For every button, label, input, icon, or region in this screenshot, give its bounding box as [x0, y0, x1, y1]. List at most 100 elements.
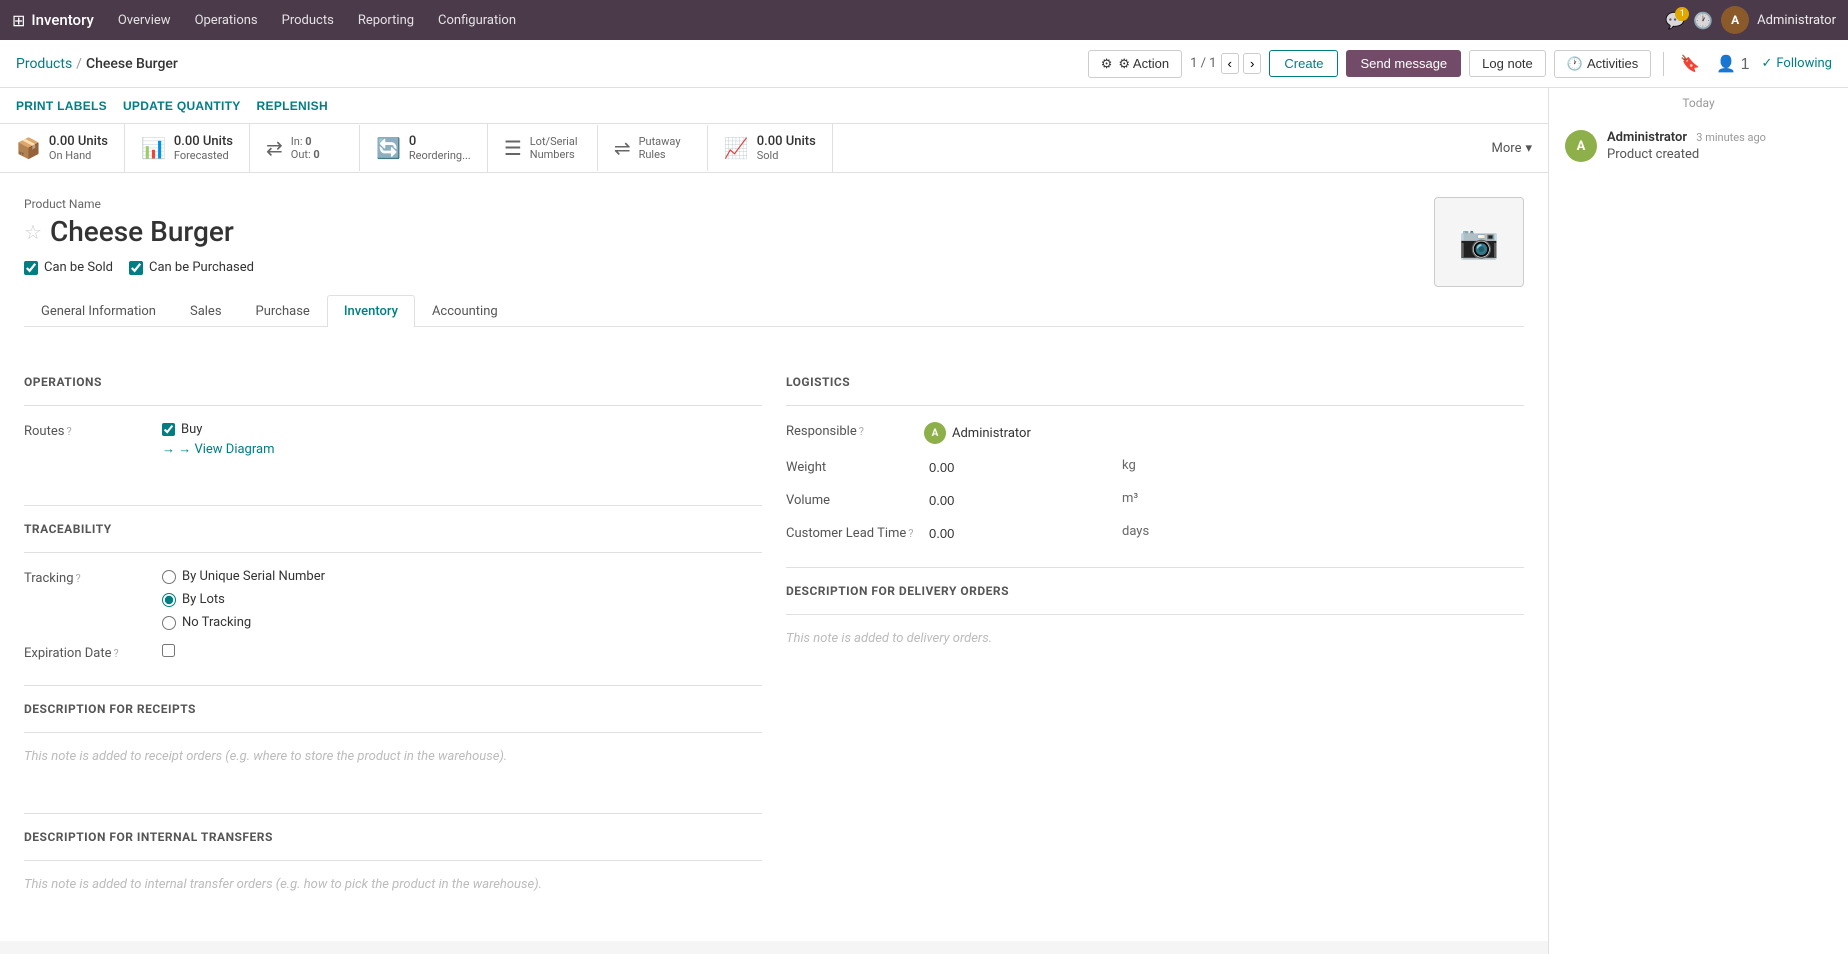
- operations-section-title: OPERATIONS: [24, 375, 762, 389]
- desc-internal-placeholder: This note is added to internal transfer …: [24, 877, 762, 892]
- followers-icon[interactable]: 👤 1: [1712, 50, 1753, 78]
- customer-lead-time-field: Customer Lead Time ? days: [786, 524, 1524, 543]
- product-image[interactable]: 📷: [1434, 197, 1524, 287]
- routes-field: Routes ? Buy → → View Diagram: [24, 422, 762, 457]
- app-name: Inventory: [31, 11, 93, 29]
- desc-internal-input[interactable]: This note is added to internal transfer …: [24, 877, 762, 917]
- clock-icon[interactable]: 🕐: [1693, 11, 1713, 30]
- buy-checkbox[interactable]: [162, 423, 175, 436]
- app-logo[interactable]: ⊞ Inventory: [12, 11, 94, 30]
- responsible-name[interactable]: Administrator: [952, 426, 1031, 441]
- desc-receipts-input[interactable]: This note is added to receipt orders (e.…: [24, 749, 762, 789]
- camera-icon: 📷: [1459, 223, 1499, 261]
- stat-reordering[interactable]: 🔄 0 Reordering...: [360, 124, 488, 172]
- responsible-value: A Administrator: [924, 422, 1031, 444]
- chatter-time: 3 minutes ago: [1696, 131, 1766, 144]
- weight-unit: kg: [1122, 458, 1136, 473]
- tab-accounting[interactable]: Accounting: [415, 295, 515, 327]
- print-labels-button[interactable]: PRINT LABELS: [16, 99, 107, 113]
- tracking-none[interactable]: No Tracking: [162, 615, 325, 630]
- stat-lot-serial[interactable]: ☰ Lot/Serial Numbers: [488, 125, 598, 171]
- username: Administrator: [1757, 13, 1836, 28]
- chat-icon[interactable]: 💬1: [1665, 11, 1685, 30]
- tracking-none-radio[interactable]: [162, 616, 176, 630]
- stat-units-sold[interactable]: 📈 0.00 Units Sold: [708, 124, 833, 172]
- can-be-purchased-checkbox[interactable]: [129, 261, 143, 275]
- activities-button[interactable]: 🕐 Activities: [1554, 50, 1651, 78]
- record-position: 1 / 1: [1190, 56, 1216, 71]
- responsible-label: Responsible ?: [786, 422, 916, 439]
- customer-lead-time-input[interactable]: [924, 524, 1110, 543]
- view-diagram-link[interactable]: → → View Diagram: [162, 441, 274, 457]
- action-button[interactable]: ⚙ ⚙ Action: [1088, 50, 1182, 78]
- responsible-avatar: A: [924, 422, 946, 444]
- tab-purchase[interactable]: Purchase: [239, 295, 327, 327]
- desc-delivery-input[interactable]: This note is added to delivery orders.: [786, 631, 1524, 671]
- desc-delivery-placeholder: This note is added to delivery orders.: [786, 631, 1524, 646]
- can-be-sold-field[interactable]: Can be Sold: [24, 260, 113, 275]
- tracking-label: Tracking ?: [24, 569, 154, 586]
- content-area: PRINT LABELS UPDATE QUANTITY REPLENISH 📦…: [0, 88, 1548, 954]
- weight-label: Weight: [786, 458, 916, 475]
- tracking-help-icon: ?: [76, 572, 81, 585]
- can-be-sold-label: Can be Sold: [44, 260, 113, 275]
- stat-putaway[interactable]: ⇌ Putaway Rules: [598, 125, 708, 171]
- menu-products[interactable]: Products: [270, 0, 346, 40]
- tracking-serial[interactable]: By Unique Serial Number: [162, 569, 325, 584]
- tracking-lots-radio[interactable]: [162, 593, 176, 607]
- desc-internal-title: DESCRIPTION FOR INTERNAL TRANSFERS: [24, 830, 762, 844]
- update-quantity-button[interactable]: UPDATE QUANTITY: [123, 99, 241, 113]
- chatter-body: Administrator 3 minutes ago Product crea…: [1607, 130, 1832, 162]
- stat-forecasted[interactable]: 📊 0.00 Units Forecasted: [125, 124, 250, 172]
- tracking-options: By Unique Serial Number By Lots No Track…: [162, 569, 325, 630]
- on-hand-label: On Hand: [49, 149, 108, 162]
- following-button[interactable]: ✓ Following: [1761, 56, 1832, 71]
- lead-time-unit: days: [1122, 524, 1149, 539]
- more-stats[interactable]: More ▾: [1476, 131, 1548, 166]
- product-title[interactable]: Cheese Burger: [50, 215, 234, 248]
- favorite-icon[interactable]: ☆: [24, 220, 42, 244]
- create-button[interactable]: Create: [1269, 50, 1338, 77]
- replenish-button[interactable]: REPLENISH: [257, 99, 328, 113]
- can-be-sold-checkbox[interactable]: [24, 261, 38, 275]
- forecasted-icon: 📊: [141, 136, 166, 160]
- reorder-value: 0: [409, 134, 471, 149]
- breadcrumb-parent[interactable]: Products: [16, 56, 72, 72]
- menu-overview[interactable]: Overview: [106, 0, 183, 40]
- tab-inventory[interactable]: Inventory: [327, 295, 415, 327]
- weight-input[interactable]: [924, 458, 1110, 477]
- menu-operations[interactable]: Operations: [183, 0, 270, 40]
- expiration-date-help-icon: ?: [114, 647, 119, 660]
- chatter-message: A Administrator 3 minutes ago Product cr…: [1549, 118, 1848, 174]
- lot-icon: ☰: [504, 136, 522, 160]
- grid-icon: ⊞: [12, 11, 25, 30]
- product-name-label: Product Name: [24, 197, 1434, 211]
- bookmark-icon[interactable]: 🔖: [1676, 50, 1704, 78]
- menu-reporting[interactable]: Reporting: [346, 0, 426, 40]
- tab-general-information[interactable]: General Information: [24, 295, 173, 327]
- can-be-purchased-field[interactable]: Can be Purchased: [129, 260, 254, 275]
- customer-lead-time-label: Customer Lead Time ?: [786, 524, 916, 541]
- next-record-button[interactable]: ›: [1243, 53, 1261, 74]
- on-hand-value: 0.00 Units: [49, 134, 108, 149]
- checkbox-row: Can be Sold Can be Purchased: [24, 260, 1434, 275]
- send-message-button[interactable]: Send message: [1346, 50, 1461, 77]
- volume-input[interactable]: [924, 491, 1110, 510]
- tab-sales[interactable]: Sales: [173, 295, 239, 327]
- log-note-button[interactable]: Log note: [1469, 50, 1546, 77]
- volume-unit: m³: [1122, 491, 1138, 506]
- sold-value: 0.00 Units: [757, 134, 816, 149]
- responsible-help-icon: ?: [859, 425, 864, 438]
- menu-configuration[interactable]: Configuration: [426, 0, 528, 40]
- tracking-serial-radio[interactable]: [162, 570, 176, 584]
- prev-record-button[interactable]: ‹: [1221, 53, 1239, 74]
- on-hand-icon: 📦: [16, 136, 41, 160]
- stat-on-hand[interactable]: 📦 0.00 Units On Hand: [0, 124, 125, 172]
- tracking-lots[interactable]: By Lots: [162, 592, 325, 607]
- user-avatar[interactable]: A: [1721, 6, 1749, 34]
- expiration-date-checkbox[interactable]: [162, 644, 175, 657]
- reorder-icon: 🔄: [376, 136, 401, 160]
- buy-route-checkbox[interactable]: Buy: [162, 422, 274, 437]
- breadcrumb: Products / Cheese Burger: [16, 56, 178, 72]
- stat-in-out[interactable]: ⇄ In: 0 Out: 0: [250, 125, 360, 171]
